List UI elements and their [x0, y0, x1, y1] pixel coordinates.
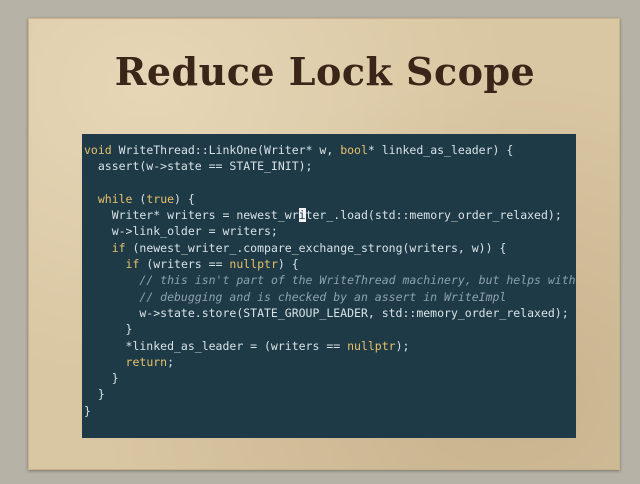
code-keyword: return: [125, 354, 168, 369]
code-line: return;: [84, 354, 576, 370]
code-comment: // this isn't part of the WriteThread ma…: [139, 273, 576, 288]
code-token: w->link_older = writers;: [84, 224, 278, 239]
code-line: void WriteThread::LinkOne(Writer* w, boo…: [84, 142, 576, 158]
code-token: }: [84, 387, 105, 402]
code-line: assert(w->state == STATE_INIT);: [84, 158, 576, 174]
code-line: }: [84, 403, 576, 419]
code-line: }: [84, 370, 576, 386]
code-line: Writer* writers = newest_writer_.load(st…: [84, 207, 576, 223]
code-token: }: [84, 322, 133, 337]
code-line: if (newest_writer_.compare_exchange_stro…: [84, 240, 576, 256]
code-token: w->state.store(STATE_GROUP_LEADER, std::…: [84, 305, 569, 320]
code-token: * linked_as_leader) {: [367, 143, 514, 157]
code-line: *linked_as_leader = (writers == nullptr)…: [84, 338, 576, 354]
code-line: w->link_older = writers;: [84, 223, 576, 239]
text-cursor: i: [298, 208, 306, 223]
code-token: }: [84, 403, 91, 418]
code-line: while (true) {: [84, 191, 576, 207]
code-line: }: [84, 386, 576, 402]
code-token: ) {: [277, 257, 299, 272]
code-line: // this isn't part of the WriteThread ma…: [84, 272, 576, 288]
code-token: (writers ==: [139, 257, 230, 272]
code-keyword: true: [146, 191, 175, 206]
code-token: *linked_as_leader = (writers ==: [84, 338, 348, 353]
code-keyword: if: [125, 257, 140, 272]
code-token: (newest_writer_.compare_exchange_strong(…: [125, 240, 507, 255]
code-keyword: nullptr: [347, 338, 396, 353]
code-token: );: [395, 338, 410, 353]
code-token: WriteThread::LinkOne(Writer* w,: [111, 143, 341, 157]
code-token: Writer* writers = newest_wr: [84, 208, 299, 223]
code-keyword: while: [97, 191, 133, 206]
code-token: assert(w->state == STATE_INIT);: [84, 159, 313, 174]
code-token: ) {: [174, 191, 195, 206]
code-token: (: [132, 191, 147, 206]
code-line: if (writers == nullptr) {: [84, 256, 576, 272]
code-keyword: void: [84, 143, 112, 157]
code-token: ter_.load(std::memory_order_relaxed);: [305, 208, 562, 223]
code-token: }: [84, 371, 119, 386]
code-comment: // debugging and is checked by an assert…: [139, 289, 507, 304]
code-line: }: [84, 321, 576, 337]
code-block: void WriteThread::LinkOne(Writer* w, boo…: [82, 134, 576, 438]
slide-title: Reduce Lock Scope: [114, 49, 536, 94]
code-line: w->state.store(STATE_GROUP_LEADER, std::…: [84, 305, 576, 321]
presentation-slide: Reduce Lock Scope void WriteThread::Link…: [28, 18, 620, 470]
code-keyword: if: [111, 240, 126, 255]
code-token: ;: [167, 354, 175, 369]
code-keyword: bool: [340, 143, 368, 157]
code-keyword: nullptr: [229, 257, 278, 272]
code-line: // debugging and is checked by an assert…: [84, 289, 576, 305]
